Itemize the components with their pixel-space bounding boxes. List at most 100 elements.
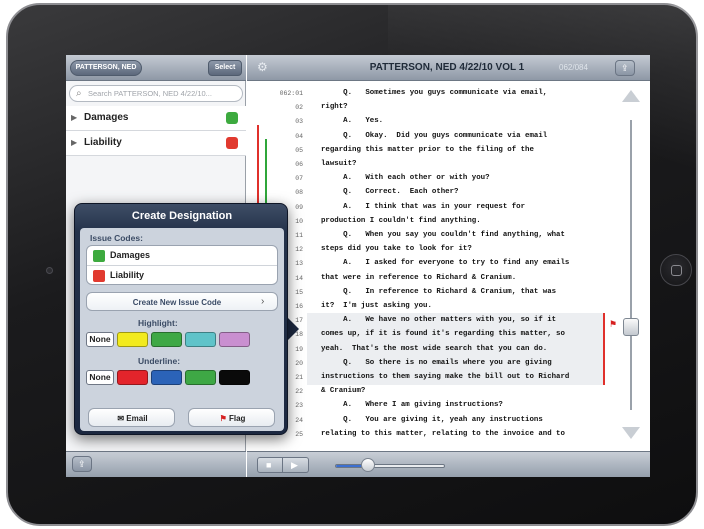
play-icon: ▶ — [291, 460, 298, 470]
transcript-line[interactable]: 21 instructions to them saying make the b… — [247, 371, 607, 385]
flag-button[interactable]: ⚑ Flag — [188, 408, 275, 427]
playback-slider[interactable] — [335, 464, 445, 468]
line-text: yeah. That's the most wide search that y… — [321, 344, 548, 353]
issue-row-damages[interactable]: ▶ Damages — [66, 106, 246, 131]
line-number: 02 — [295, 104, 303, 112]
popover-content: Issue Codes: Damages Liability Create Ne… — [80, 228, 284, 431]
underline-none-button[interactable]: None — [86, 370, 114, 385]
create-new-issue-code-button[interactable]: Create New Issue Code › — [86, 292, 278, 311]
line-text: instructions to them saying make the bil… — [321, 373, 570, 381]
highlight-yellow-swatch[interactable] — [117, 332, 148, 347]
create-designation-popover: Create Designation Issue Codes: Damages … — [74, 203, 288, 435]
issue-code-damages[interactable]: Damages — [87, 246, 277, 265]
transcript-line[interactable]: 03 A. Yes. — [247, 115, 607, 129]
transcript-line[interactable]: 02 right? — [247, 101, 607, 115]
export-button[interactable]: ⇪ — [72, 456, 92, 472]
line-text: that were in reference to Richard & Cran… — [321, 273, 517, 282]
line-text: right? — [321, 103, 348, 112]
disclosure-triangle-icon: ▶ — [71, 138, 78, 147]
email-button[interactable]: ✉ Email — [88, 408, 175, 427]
highlight-purple-swatch[interactable] — [219, 332, 250, 347]
document-title: PATTERSON, NED 4/22/10 VOL 1 — [369, 62, 525, 73]
line-number: 06 — [295, 161, 303, 168]
underline-black-swatch[interactable] — [219, 370, 250, 385]
underline-red-swatch[interactable] — [117, 370, 148, 385]
issue-code-label: Damages — [110, 250, 151, 260]
highlight-none-button[interactable]: None — [86, 332, 114, 347]
flag-label: Flag — [228, 414, 246, 423]
issue-label: Liability — [84, 137, 122, 148]
transcript-line[interactable]: 09 A. I think that was in your request f… — [247, 201, 607, 215]
transcript-body[interactable]: 062:01 Q. Sometimes you guys communicate… — [247, 81, 650, 451]
transcript-line[interactable]: 06 lawsuit? — [247, 158, 607, 172]
transcript-line[interactable]: 10 production I couldn't find anything. — [247, 215, 607, 229]
transcript-line[interactable]: 13 A. I asked for everyone to try to fin… — [247, 257, 607, 271]
email-button-content: ✉ Email — [89, 414, 176, 423]
transcript-line[interactable]: 19 yeah. That's the most wide search that… — [247, 343, 607, 357]
line-number: 03 — [295, 118, 303, 126]
create-new-issue-code-label: Create New Issue Code — [132, 298, 222, 307]
share-button[interactable]: ⇪ — [615, 60, 635, 76]
transcript-line[interactable]: 20 Q. So there is no emails where you ar… — [247, 357, 607, 371]
transcript-toolbar: ⚙ PATTERSON, NED 4/22/10 VOL 1 062/084 ⇪ — [247, 55, 650, 81]
issue-code-liability[interactable]: Liability — [87, 266, 277, 285]
scroll-track[interactable] — [630, 120, 632, 410]
line-text: lawsuit? — [321, 160, 357, 168]
play-button[interactable]: ▶ — [283, 457, 309, 473]
issue-code-list: Damages Liability — [86, 245, 278, 285]
highlight-teal-swatch[interactable] — [185, 332, 216, 347]
line-text: A. We have no other matters with you, so… — [321, 316, 557, 325]
line-text: A. Where I am giving instructions? — [321, 401, 503, 410]
issue-row-liability[interactable]: ▶ Liability — [66, 131, 246, 156]
line-text: A. Yes. — [321, 117, 384, 126]
search-input[interactable]: ⌕ Search PATTERSON, NED 4/22/10... — [69, 85, 243, 102]
transcript-line[interactable]: 08 Q. Correct. Each other? — [247, 186, 607, 200]
scroll-down-icon[interactable] — [622, 427, 640, 439]
transcript-line[interactable]: 12 steps did you take to look for it? — [247, 243, 607, 257]
transcript-line[interactable]: 04 Q. Okay. Did you guys communicate via… — [247, 130, 607, 144]
search-icon: ⌕ — [76, 88, 82, 99]
transcript-line[interactable]: 16 it? I'm just asking you. — [247, 300, 607, 314]
transcript-line[interactable]: 23 A. Where I am giving instructions? — [247, 399, 607, 413]
underline-green-swatch[interactable] — [185, 370, 216, 385]
issue-color-swatch — [226, 112, 238, 124]
line-number: 07 — [295, 175, 303, 183]
email-label: Email — [126, 414, 148, 423]
transcript-line[interactable]: 062:01 Q. Sometimes you guys communicate… — [247, 87, 607, 101]
transcript-line[interactable]: 15 Q. In reference to Richard & Cranium,… — [247, 286, 607, 300]
gear-icon[interactable]: ⚙ — [257, 60, 268, 74]
transcript-line[interactable]: 25 relating to this matter, relating to t… — [247, 428, 607, 442]
select-button[interactable]: Select — [208, 60, 242, 76]
transcript-line[interactable]: 22 & Cranium? — [247, 385, 607, 399]
issue-color-swatch — [226, 137, 238, 149]
transcript-line[interactable]: 17 A. We have no other matters with you,… — [247, 314, 607, 328]
transcript-line[interactable]: 14 that were in reference to Richard & Cr… — [247, 272, 607, 286]
share-icon: ⇪ — [621, 63, 629, 73]
highlight-green-swatch[interactable] — [151, 332, 182, 347]
flag-icon: ⚑ — [219, 414, 229, 423]
stop-button[interactable]: ■ — [257, 457, 283, 473]
camera — [46, 267, 53, 274]
transcript-line[interactable]: 05 regarding this matter prior to the fil… — [247, 144, 607, 158]
transcript-line[interactable]: 24 Q. You are giving it, yeah any instru… — [247, 414, 607, 428]
issue-code-label: Liability — [110, 270, 145, 280]
issues-toolbar: PATTERSON, NED Select — [66, 55, 246, 81]
line-number: 08 — [295, 189, 303, 197]
line-number: 05 — [295, 146, 303, 154]
playback-slider-knob[interactable] — [361, 458, 375, 472]
scroll-up-icon[interactable] — [622, 90, 640, 102]
transcript-line[interactable]: 07 A. With each other or with you? — [247, 172, 607, 186]
line-number: 04 — [295, 132, 303, 140]
line-text: A. I think that was in your request for — [321, 202, 526, 211]
underline-blue-swatch[interactable] — [151, 370, 182, 385]
issues-bottom-toolbar: ⇪ — [66, 451, 246, 477]
transcript-line[interactable]: 11 Q. When you say you couldn't find any… — [247, 229, 607, 243]
line-text: relating to this matter, relating to the… — [321, 429, 565, 438]
scroll-thumb[interactable] — [623, 318, 639, 336]
transcript-line[interactable]: 18 comes up, if it is found it's regardin… — [247, 328, 607, 342]
home-button[interactable] — [660, 254, 692, 286]
deponent-button[interactable]: PATTERSON, NED — [70, 60, 142, 76]
ipad-screen: PATTERSON, NED Select ⌕ Search PATTERSON… — [66, 55, 650, 477]
transcript-pane: ⚙ PATTERSON, NED 4/22/10 VOL 1 062/084 ⇪… — [247, 55, 650, 477]
line-text: A. I asked for everyone to try to find a… — [321, 259, 570, 268]
